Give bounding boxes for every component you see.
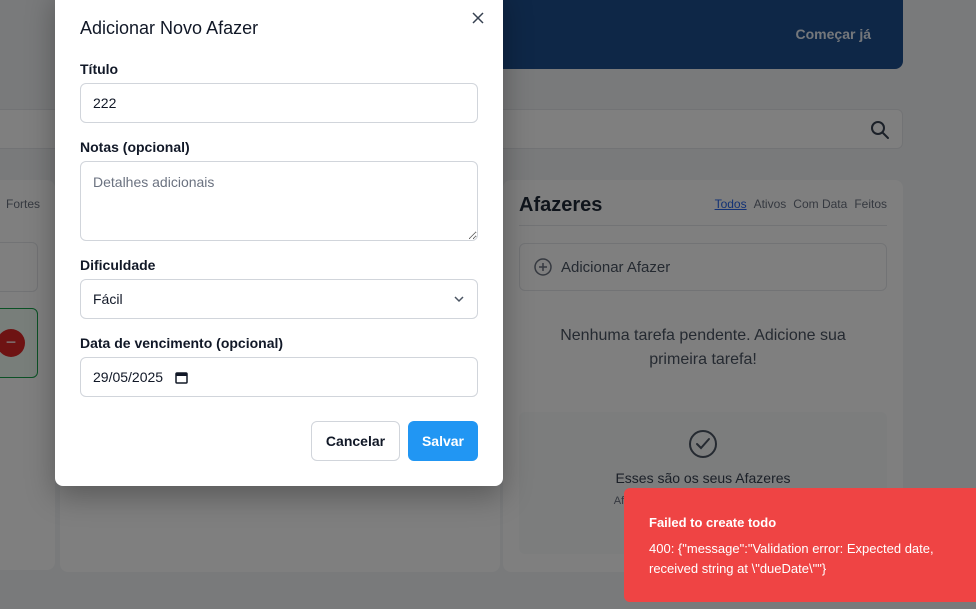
notes-textarea[interactable] — [80, 161, 478, 241]
add-todo-modal: Adicionar Novo Afazer Título Notas (opci… — [55, 0, 503, 486]
close-icon[interactable] — [471, 11, 485, 25]
title-label: Título — [80, 61, 119, 77]
cancel-button[interactable]: Cancelar — [311, 421, 400, 461]
chevron-down-icon — [454, 296, 464, 303]
modal-title: Adicionar Novo Afazer — [80, 18, 259, 38]
toast-title: Failed to create todo — [649, 515, 777, 530]
title-input[interactable] — [80, 83, 478, 123]
difficulty-select[interactable]: Fácil — [80, 279, 478, 319]
difficulty-label: Dificuldade — [80, 257, 156, 273]
toast-message: 400: {"message":"Validation error: Expec… — [649, 541, 934, 576]
due-date-value: 29/05/2025 — [93, 369, 164, 385]
difficulty-value: Fácil — [93, 291, 123, 307]
notes-label: Notas (opcional) — [80, 139, 190, 155]
due-date-input[interactable]: 29/05/2025 — [80, 357, 478, 397]
save-button[interactable]: Salvar — [408, 421, 478, 461]
error-toast[interactable]: Failed to create todo 400: {"message":"V… — [624, 488, 976, 602]
calendar-icon[interactable] — [175, 371, 188, 384]
due-date-label: Data de vencimento (opcional) — [80, 335, 284, 351]
